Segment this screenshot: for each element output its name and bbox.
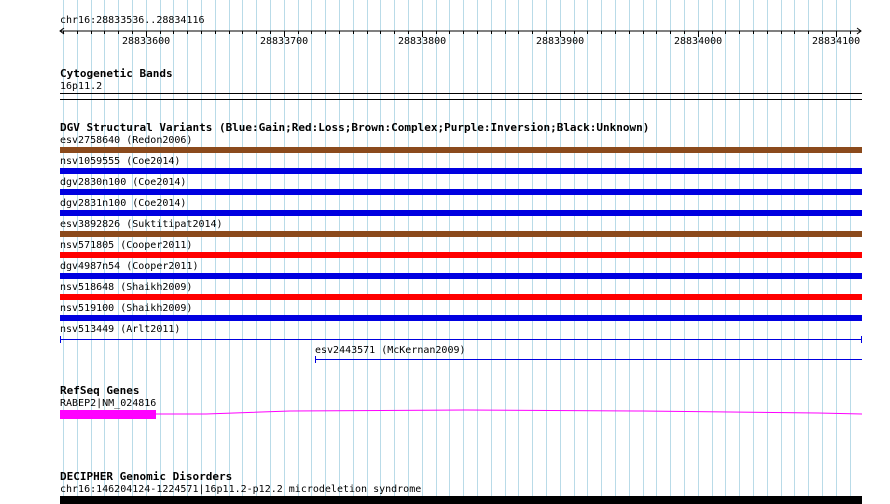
gene-label: RABEP2|NM_024816 <box>60 398 157 409</box>
variant-label: esv3892826 (Suktitipat2014) <box>60 219 223 230</box>
cytoband-label: 16p11.2 <box>60 81 103 92</box>
refseq-track-title: RefSeq Genes <box>60 384 140 397</box>
variant-label: dgv2831n100 (Coe2014) <box>60 198 187 209</box>
variant-label: nsv1059555 (Coe2014) <box>60 156 181 167</box>
variant-label: nsv513449 (Arlt2011) <box>60 324 181 335</box>
ruler-tick-label: 28833900 <box>536 36 585 47</box>
gene-intron-line[interactable] <box>156 406 862 418</box>
feature-start-cap <box>60 336 61 343</box>
feature-end-cap <box>861 336 862 343</box>
variant-label: dgv4987n54 (Cooper2011) <box>60 261 199 272</box>
genome-browser-canvas: chr16:28833536..28834116 28833600 288337… <box>0 0 890 504</box>
cytoband-feature[interactable] <box>60 93 862 100</box>
variant-feature-loss[interactable] <box>60 294 862 300</box>
ruler-tick-label: 28834000 <box>674 36 723 47</box>
dgv-track-title: DGV Structural Variants (Blue:Gain;Red:L… <box>60 121 650 134</box>
variant-feature-complex[interactable] <box>60 231 862 237</box>
variant-label: nsv518648 (Shaikh2009) <box>60 282 193 293</box>
variant-label: dgv2830n100 (Coe2014) <box>60 177 187 188</box>
variant-feature-loss[interactable] <box>60 252 862 258</box>
variant-label: esv2443571 (McKernan2009) <box>315 345 466 356</box>
variant-label: nsv571805 (Cooper2011) <box>60 240 193 251</box>
variant-feature-gain[interactable] <box>60 273 862 279</box>
variant-label: nsv519100 (Shaikh2009) <box>60 303 193 314</box>
variant-label: esv2758640 (Redon2006) <box>60 135 193 146</box>
variant-feature-thin[interactable] <box>60 336 862 343</box>
decipher-entry-label: chr16:14620412­4-1224571|16p11.2-p12.2 m… <box>60 484 422 495</box>
ruler-tick-label: 28833700 <box>260 36 309 47</box>
decipher-track-title: DECIPHER Genomic Disorders <box>60 470 233 483</box>
cytoband-track-title: Cytogenetic Bands <box>60 67 173 80</box>
decipher-feature[interactable] <box>60 496 862 504</box>
variant-feature-gain[interactable] <box>60 189 862 195</box>
ruler-tick-label: 28834100 <box>812 36 861 47</box>
variant-feature-gain[interactable] <box>60 210 862 216</box>
variant-feature-complex[interactable] <box>60 147 862 153</box>
variant-feature-gain[interactable] <box>60 168 862 174</box>
variant-feature-gain[interactable] <box>60 315 862 321</box>
feature-start-cap <box>315 356 316 363</box>
gene-exon[interactable] <box>60 410 156 419</box>
ruler-tick-label: 28833600 <box>122 36 171 47</box>
variant-feature-thin[interactable] <box>315 356 862 363</box>
ruler-tick-label: 28833800 <box>398 36 447 47</box>
